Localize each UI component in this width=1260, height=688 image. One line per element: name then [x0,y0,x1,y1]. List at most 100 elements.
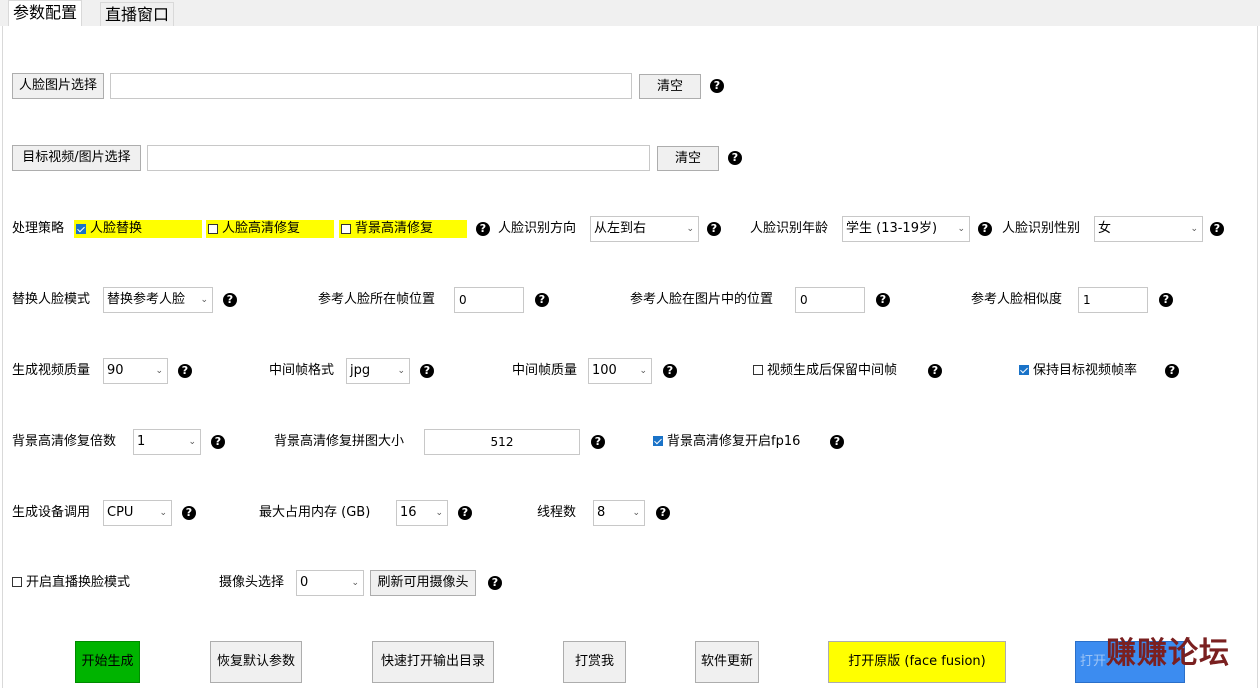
video-quality-value: 90 [107,363,124,378]
reset-defaults-button[interactable]: 恢复默认参数 [210,641,302,683]
chevron-down-icon: ⌄ [1190,224,1198,234]
frame-format-select[interactable]: jpg ⌄ [346,358,410,384]
help-icon[interactable]: ? [182,506,196,520]
help-icon[interactable]: ? [1159,293,1173,307]
ref-face-similarity-field[interactable]: 1 [1078,287,1148,313]
help-icon[interactable]: ? [178,364,192,378]
keep-frames-option[interactable]: 视频生成后保留中间帧 [753,362,923,380]
help-icon[interactable]: ? [458,506,472,520]
tab-params[interactable]: 参数配置 [8,0,83,27]
face-age-label: 人脸识别年龄 [750,221,829,236]
threads-value: 8 [597,505,606,520]
bg-enhance-checkbox[interactable] [341,224,351,234]
help-icon[interactable]: ? [1210,222,1224,236]
swap-mode-label: 替换人脸模式 [12,292,91,307]
help-icon[interactable]: ? [488,576,502,590]
help-icon[interactable]: ? [420,364,434,378]
frame-quality-select[interactable]: 100 ⌄ [588,358,652,384]
help-icon[interactable]: ? [830,435,844,449]
fp16-checkbox[interactable] [653,436,663,446]
camera-select[interactable]: 0 ⌄ [296,570,364,596]
face-image-select-button[interactable]: 人脸图片选择 [12,73,104,99]
bg-scale-label: 背景高清修复倍数 [12,434,117,449]
help-icon[interactable]: ? [211,435,225,449]
ref-face-position-label: 参考人脸在图片中的位置 [630,292,774,307]
face-swap-label: 人脸替换 [90,221,143,236]
keep-frames-checkbox[interactable] [753,365,763,375]
max-memory-select[interactable]: 16 ⌄ [396,500,448,526]
chevron-down-icon: ⌄ [435,508,443,518]
live-mode-checkbox[interactable] [12,577,22,587]
face-age-select[interactable]: 学生 (13-19岁) ⌄ [842,216,970,242]
face-gender-value: 女 [1098,221,1112,236]
camera-label: 摄像头选择 [219,575,285,590]
frame-format-value: jpg [350,363,371,378]
live-mode-label: 开启直播换脸模式 [26,575,131,590]
help-icon[interactable]: ? [710,79,724,93]
help-icon[interactable]: ? [223,293,237,307]
help-icon[interactable]: ? [728,151,742,165]
ref-frame-position-label: 参考人脸所在帧位置 [318,292,436,307]
help-icon[interactable]: ? [591,435,605,449]
chevron-down-icon: ⌄ [200,295,208,305]
bg-scale-value: 1 [137,434,146,449]
target-video-path-field[interactable] [147,145,650,171]
target-video-select-button[interactable]: 目标视频/图片选择 [12,145,141,171]
help-icon[interactable]: ? [663,364,677,378]
face-direction-value: 从左到右 [594,221,647,236]
face-enhance-label: 人脸高清修复 [222,221,301,236]
face-swap-option[interactable]: 人脸替换 [74,220,202,238]
help-icon[interactable]: ? [928,364,942,378]
help-icon[interactable]: ? [656,506,670,520]
swap-mode-select[interactable]: 替换参考人脸 ⌄ [103,287,213,313]
keep-fps-checkbox[interactable] [1019,365,1029,375]
chevron-down-icon: ⌄ [188,437,196,447]
face-swap-checkbox[interactable] [76,224,86,234]
chevron-down-icon: ⌄ [351,578,359,588]
fp16-label: 背景高清修复开启fp16 [667,434,801,449]
ref-frame-position-field[interactable]: 0 [454,287,524,313]
ref-face-position-field[interactable]: 0 [795,287,865,313]
face-age-value: 学生 (13-19岁) [846,221,938,236]
face-enhance-option[interactable]: 人脸高清修复 [206,220,334,238]
refresh-camera-button[interactable]: 刷新可用摄像头 [370,570,476,596]
chevron-down-icon: ⌄ [632,508,640,518]
face-gender-select[interactable]: 女 ⌄ [1094,216,1203,242]
frame-quality-value: 100 [592,363,617,378]
bg-tile-size-field[interactable]: 512 [424,429,580,455]
keep-fps-label: 保持目标视频帧率 [1033,363,1138,378]
device-select[interactable]: CPU ⌄ [103,500,172,526]
open-original-button[interactable]: 打开原版 (face fusion) [828,641,1006,683]
face-image-clear-button[interactable]: 清空 [639,74,701,99]
face-enhance-checkbox[interactable] [208,224,218,234]
face-direction-select[interactable]: 从左到右 ⌄ [590,216,699,242]
software-update-button[interactable]: 软件更新 [695,641,759,683]
bg-scale-select[interactable]: 1 ⌄ [133,429,201,455]
help-icon[interactable]: ? [535,293,549,307]
video-quality-select[interactable]: 90 ⌄ [103,358,168,384]
open-output-dir-button[interactable]: 快速打开输出目录 [372,641,494,683]
help-icon[interactable]: ? [876,293,890,307]
chevron-down-icon: ⌄ [639,366,647,376]
device-value: CPU [107,505,134,520]
help-icon[interactable]: ? [1165,364,1179,378]
tab-bar [0,0,1260,26]
keep-fps-option[interactable]: 保持目标视频帧率 [1019,362,1159,380]
help-icon[interactable]: ? [707,222,721,236]
threads-select[interactable]: 8 ⌄ [593,500,645,526]
strategy-label: 处理策略 [12,221,65,236]
tab-live[interactable]: 直播窗口 [100,2,175,26]
target-video-clear-button[interactable]: 清空 [657,146,719,171]
help-icon[interactable]: ? [978,222,992,236]
fp16-option[interactable]: 背景高清修复开启fp16 [653,433,828,451]
start-generate-button[interactable]: 开始生成 [75,641,140,683]
frame-format-label: 中间帧格式 [269,363,335,378]
donate-button[interactable]: 打赏我 [563,641,626,683]
forum-watermark: 赚赚论坛 [1106,636,1230,671]
bg-enhance-option[interactable]: 背景高清修复 [339,220,467,238]
live-mode-option[interactable]: 开启直播换脸模式 [12,574,152,592]
face-gender-label: 人脸识别性别 [1002,221,1081,236]
help-icon[interactable]: ? [476,222,490,236]
face-image-path-field[interactable] [110,73,632,99]
bg-tile-size-label: 背景高清修复拼图大小 [274,434,405,449]
